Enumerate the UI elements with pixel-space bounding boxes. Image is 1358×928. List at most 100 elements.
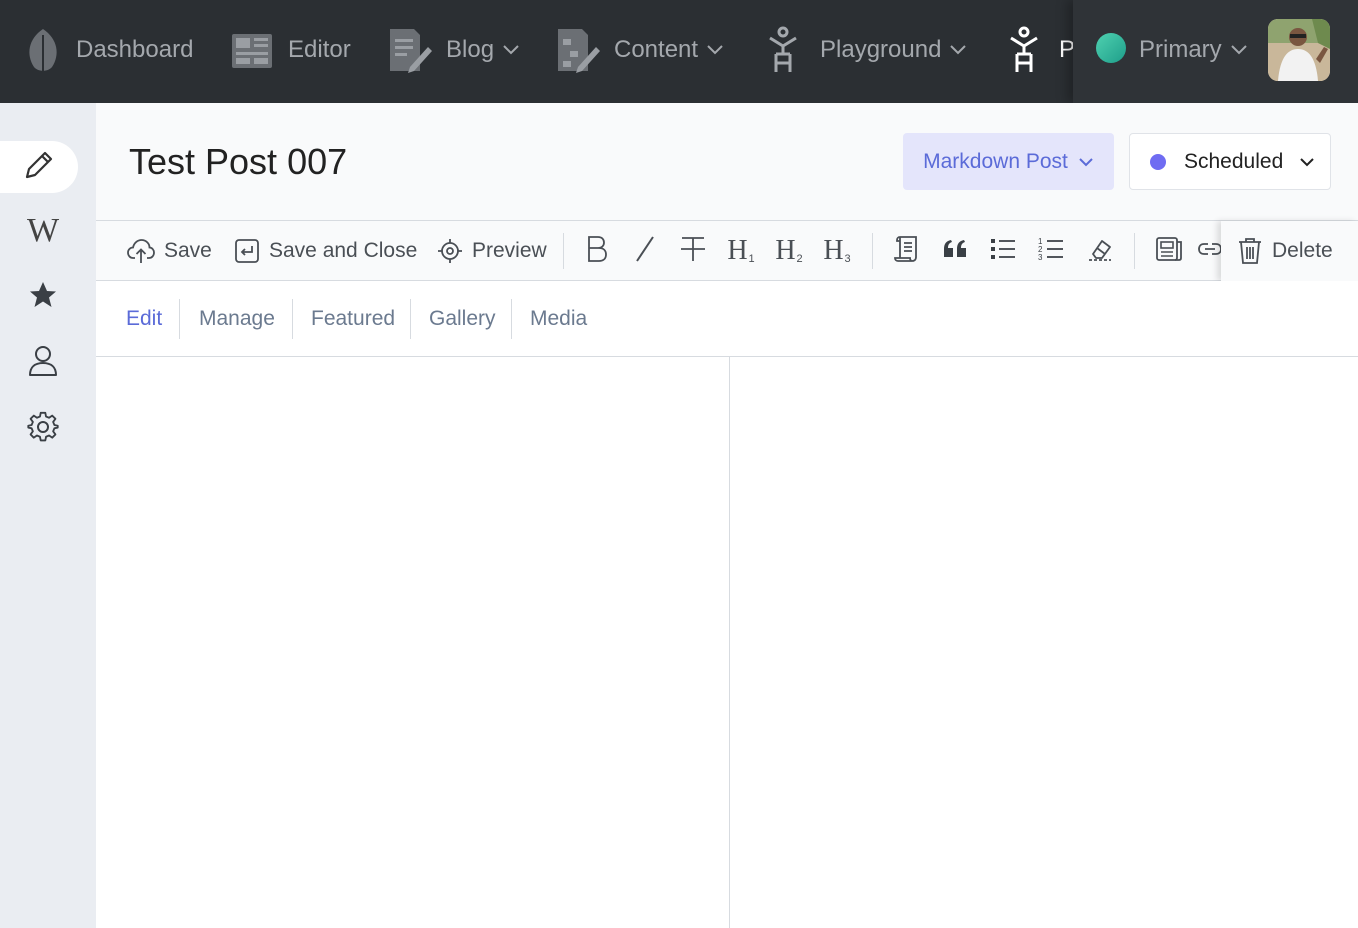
nav-item-content[interactable]: Content [556, 0, 724, 100]
sidebar-item-wiki[interactable]: W [0, 205, 86, 257]
nav-label: Editor [288, 36, 351, 63]
toolbar-divider [1134, 233, 1135, 269]
status-dot [1150, 153, 1166, 170]
sidebar-item-user[interactable] [0, 337, 86, 389]
preview-pane [730, 357, 1358, 928]
italic-icon [633, 235, 657, 268]
heading-1-button[interactable]: H 1 [721, 221, 761, 281]
heading-3-button[interactable]: H 3 [817, 221, 857, 281]
chevron-down-icon [1230, 44, 1248, 56]
pencil-icon [23, 149, 55, 186]
figure-icon [766, 26, 800, 74]
scroll-icon [894, 235, 920, 268]
gear-icon [27, 411, 59, 448]
bullet-list-button[interactable] [983, 221, 1023, 281]
status-label: Scheduled [1184, 149, 1284, 173]
tab-manage[interactable]: Manage [199, 299, 275, 339]
insert-snippet-button[interactable] [1149, 221, 1189, 281]
status-dropdown[interactable]: Scheduled [1129, 133, 1331, 190]
strikethrough-icon [680, 235, 706, 268]
code-block-button[interactable] [887, 221, 927, 281]
toolbar-right-group: Delete [1221, 221, 1358, 281]
save-and-close-button[interactable]: Save and Close [234, 221, 417, 281]
tab-gallery[interactable]: Gallery [429, 299, 496, 339]
site-color-dot [1096, 33, 1126, 63]
save-and-close-label: Save and Close [269, 239, 418, 262]
site-switcher-button[interactable]: Primary [1139, 0, 1248, 100]
toolbar-divider [872, 233, 873, 269]
numbered-list-icon: 1 2 3 [1038, 236, 1064, 267]
tab-divider [292, 299, 293, 339]
chevron-down-icon [1078, 157, 1094, 167]
post-tabs: Edit Manage Featured Gallery Media [96, 281, 1358, 357]
tab-edit[interactable]: Edit [126, 299, 162, 339]
chevron-down-icon [502, 44, 520, 56]
heading-2-icon: H 2 [775, 235, 803, 266]
eraser-icon [1087, 236, 1113, 267]
save-button[interactable]: Save [127, 221, 212, 281]
chevron-down-icon [949, 44, 967, 56]
post-type-label: Markdown Post [923, 149, 1068, 173]
nav-label: Content [614, 36, 699, 63]
tab-featured[interactable]: Featured [311, 299, 395, 339]
avatar[interactable] [1268, 19, 1330, 81]
clear-formatting-button[interactable] [1080, 221, 1120, 281]
svg-text:3: 3 [1038, 253, 1043, 262]
site-switcher: Primary [1073, 0, 1358, 103]
chevron-down-icon [1299, 157, 1315, 167]
nav-item-editor[interactable]: Editor [230, 0, 351, 100]
site-label: Primary [1139, 36, 1222, 63]
content-document-icon [556, 27, 600, 73]
toolbar-divider [563, 233, 564, 269]
tab-divider [410, 299, 411, 339]
bold-icon [586, 235, 608, 268]
editor-toolbar: Save Save and Close Preview H 1 H 2 H 3 … [96, 221, 1358, 281]
link-icon [1197, 239, 1223, 264]
cloud-upload-icon [127, 238, 155, 264]
post-header: Test Post 007 Markdown Post Scheduled [96, 103, 1358, 221]
nav-item-dashboard[interactable]: Dashboard [24, 0, 193, 100]
numbered-list-button[interactable]: 1 2 3 [1031, 221, 1071, 281]
top-navigation: Dashboard Editor Blog Content Playground… [0, 0, 1358, 103]
bullet-list-icon [990, 237, 1016, 266]
user-icon [28, 345, 58, 382]
preview-button[interactable]: Preview [437, 221, 547, 281]
pencil-document-icon [388, 27, 432, 73]
figure-icon [1007, 26, 1041, 74]
nav-item-playground[interactable]: Playground [766, 0, 967, 100]
bold-button[interactable] [577, 221, 617, 281]
post-type-dropdown[interactable]: Markdown Post [903, 133, 1114, 190]
leaf-icon [24, 27, 62, 73]
nav-label: Playground [820, 36, 942, 63]
tab-divider [179, 299, 180, 339]
sidebar-item-edit[interactable] [0, 141, 78, 193]
quote-button[interactable] [935, 221, 975, 281]
heading-1-icon: H 1 [727, 235, 755, 266]
tab-divider [511, 299, 512, 339]
chevron-down-icon [706, 44, 724, 56]
sidebar-item-favorites[interactable] [0, 271, 86, 323]
tab-media[interactable]: Media [530, 299, 587, 339]
nav-item-p[interactable]: P [1007, 0, 1075, 100]
markdown-editor-pane[interactable] [96, 357, 729, 928]
newspaper-icon [230, 28, 274, 72]
strikethrough-button[interactable] [673, 221, 713, 281]
quote-icon [943, 239, 967, 264]
page-title: Test Post 007 [129, 141, 348, 182]
sidebar-item-settings[interactable] [0, 403, 86, 455]
trash-icon [1237, 237, 1263, 265]
preview-label: Preview [472, 239, 547, 262]
nav-label: Blog [446, 36, 495, 63]
star-icon [28, 280, 58, 315]
italic-button[interactable] [625, 221, 665, 281]
enter-icon [234, 238, 260, 264]
crosshair-icon [437, 238, 463, 264]
link-button[interactable] [1197, 221, 1223, 281]
nav-item-blog[interactable]: Blog [388, 0, 520, 100]
heading-2-button[interactable]: H 2 [769, 221, 809, 281]
delete-button[interactable]: Delete [1237, 221, 1333, 281]
heading-3-icon: H 3 [823, 235, 851, 266]
nav-label: Dashboard [76, 36, 194, 63]
save-label: Save [164, 239, 212, 262]
document-icon [1155, 236, 1183, 267]
